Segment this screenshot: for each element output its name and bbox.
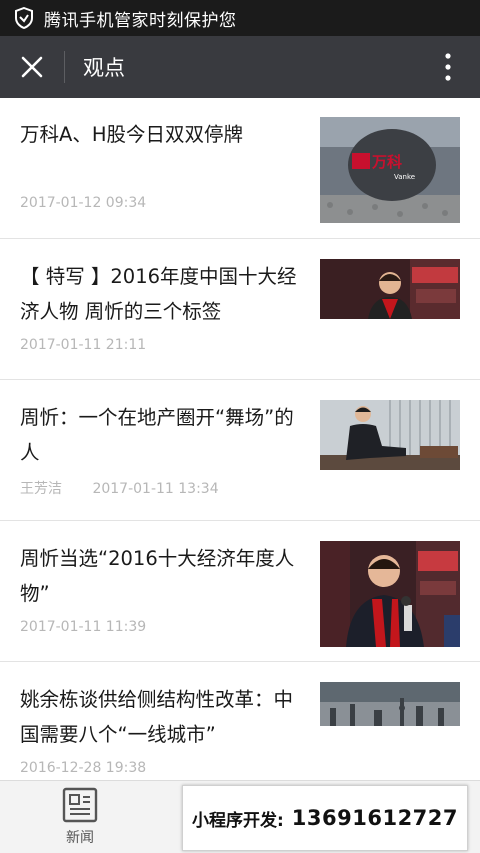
promo-banner: 小程序开发: 13691612727 [182,785,468,851]
more-vertical-icon [445,53,451,81]
newspaper-icon [62,787,98,823]
more-button[interactable] [416,36,480,98]
article-thumbnail [320,541,460,647]
title-divider [64,51,65,83]
article-list: 万科A、H股今日双双停牌 2017-01-12 09:34 万科 Vanke 【… [0,98,480,780]
article-title: 【 特写 】2016年度中国十大经济人物 周忻的三个标签 [20,265,297,323]
article-item[interactable]: 周忻：一个在地产圈开“舞场”的人 王芳洁 2017-01-11 13:34 [0,380,480,521]
article-date: 2017-01-12 09:34 [20,195,147,211]
bottom-bar: 新闻 小程序开发: 13691612727 [0,780,480,853]
article-item[interactable]: 万科A、H股今日双双停牌 2017-01-12 09:34 万科 Vanke [0,98,480,239]
promo-label: 小程序开发: [191,810,284,831]
close-icon [21,56,43,78]
shield-icon [15,7,33,29]
article-item[interactable]: 姚余栋谈供给侧结构性改革：中国需要八个“一线城市” 2016-12-28 19:… [0,662,480,780]
tab-news-label: 新闻 [66,830,94,846]
article-thumbnail [320,400,460,470]
article-author: 王芳洁 [20,481,62,497]
status-text: 腾讯手机管家时刻保护您 [44,10,237,31]
article-item[interactable]: 周忻当选“2016十大经济年度人物” 2017-01-11 11:39 [0,521,480,662]
article-item[interactable]: 【 特写 】2016年度中国十大经济人物 周忻的三个标签 2017-01-11 … [0,239,480,380]
article-date: 2017-01-11 11:39 [20,619,147,635]
article-title: 周忻当选“2016十大经济年度人物” [20,547,295,605]
status-bar: 腾讯手机管家时刻保护您 [0,0,480,36]
article-meta: 王芳洁 2017-01-11 13:34 [20,478,219,498]
article-title: 周忻：一个在地产圈开“舞场”的人 [20,406,294,464]
article-title: 姚余栋谈供给侧结构性改革：中国需要八个“一线城市” [20,688,294,746]
tab-news[interactable]: 新闻 [48,787,112,849]
promo-phone: 13691612727 [291,806,459,830]
logo-text-cn: 万科 [371,153,402,171]
article-date: 2017-01-11 13:34 [92,481,219,497]
article-meta: 2017-01-12 09:34 [20,195,146,211]
close-button[interactable] [0,36,64,98]
article-meta: 2017-01-11 21:11 [20,337,146,353]
article-thumbnail [320,259,460,319]
article-thumbnail: 万科 Vanke [320,117,460,223]
article-meta: 2016-12-28 19:38 [20,760,146,776]
logo-text-en: Vanke [394,173,415,181]
title-bar: 观点 [0,36,480,98]
article-title: 万科A、H股今日双双停牌 [20,123,244,146]
article-meta: 2017-01-11 11:39 [20,619,146,635]
page-title: 观点 [83,56,125,80]
article-date: 2016-12-28 19:38 [20,760,147,776]
article-thumbnail [320,682,460,726]
article-date: 2017-01-11 21:11 [20,337,147,353]
